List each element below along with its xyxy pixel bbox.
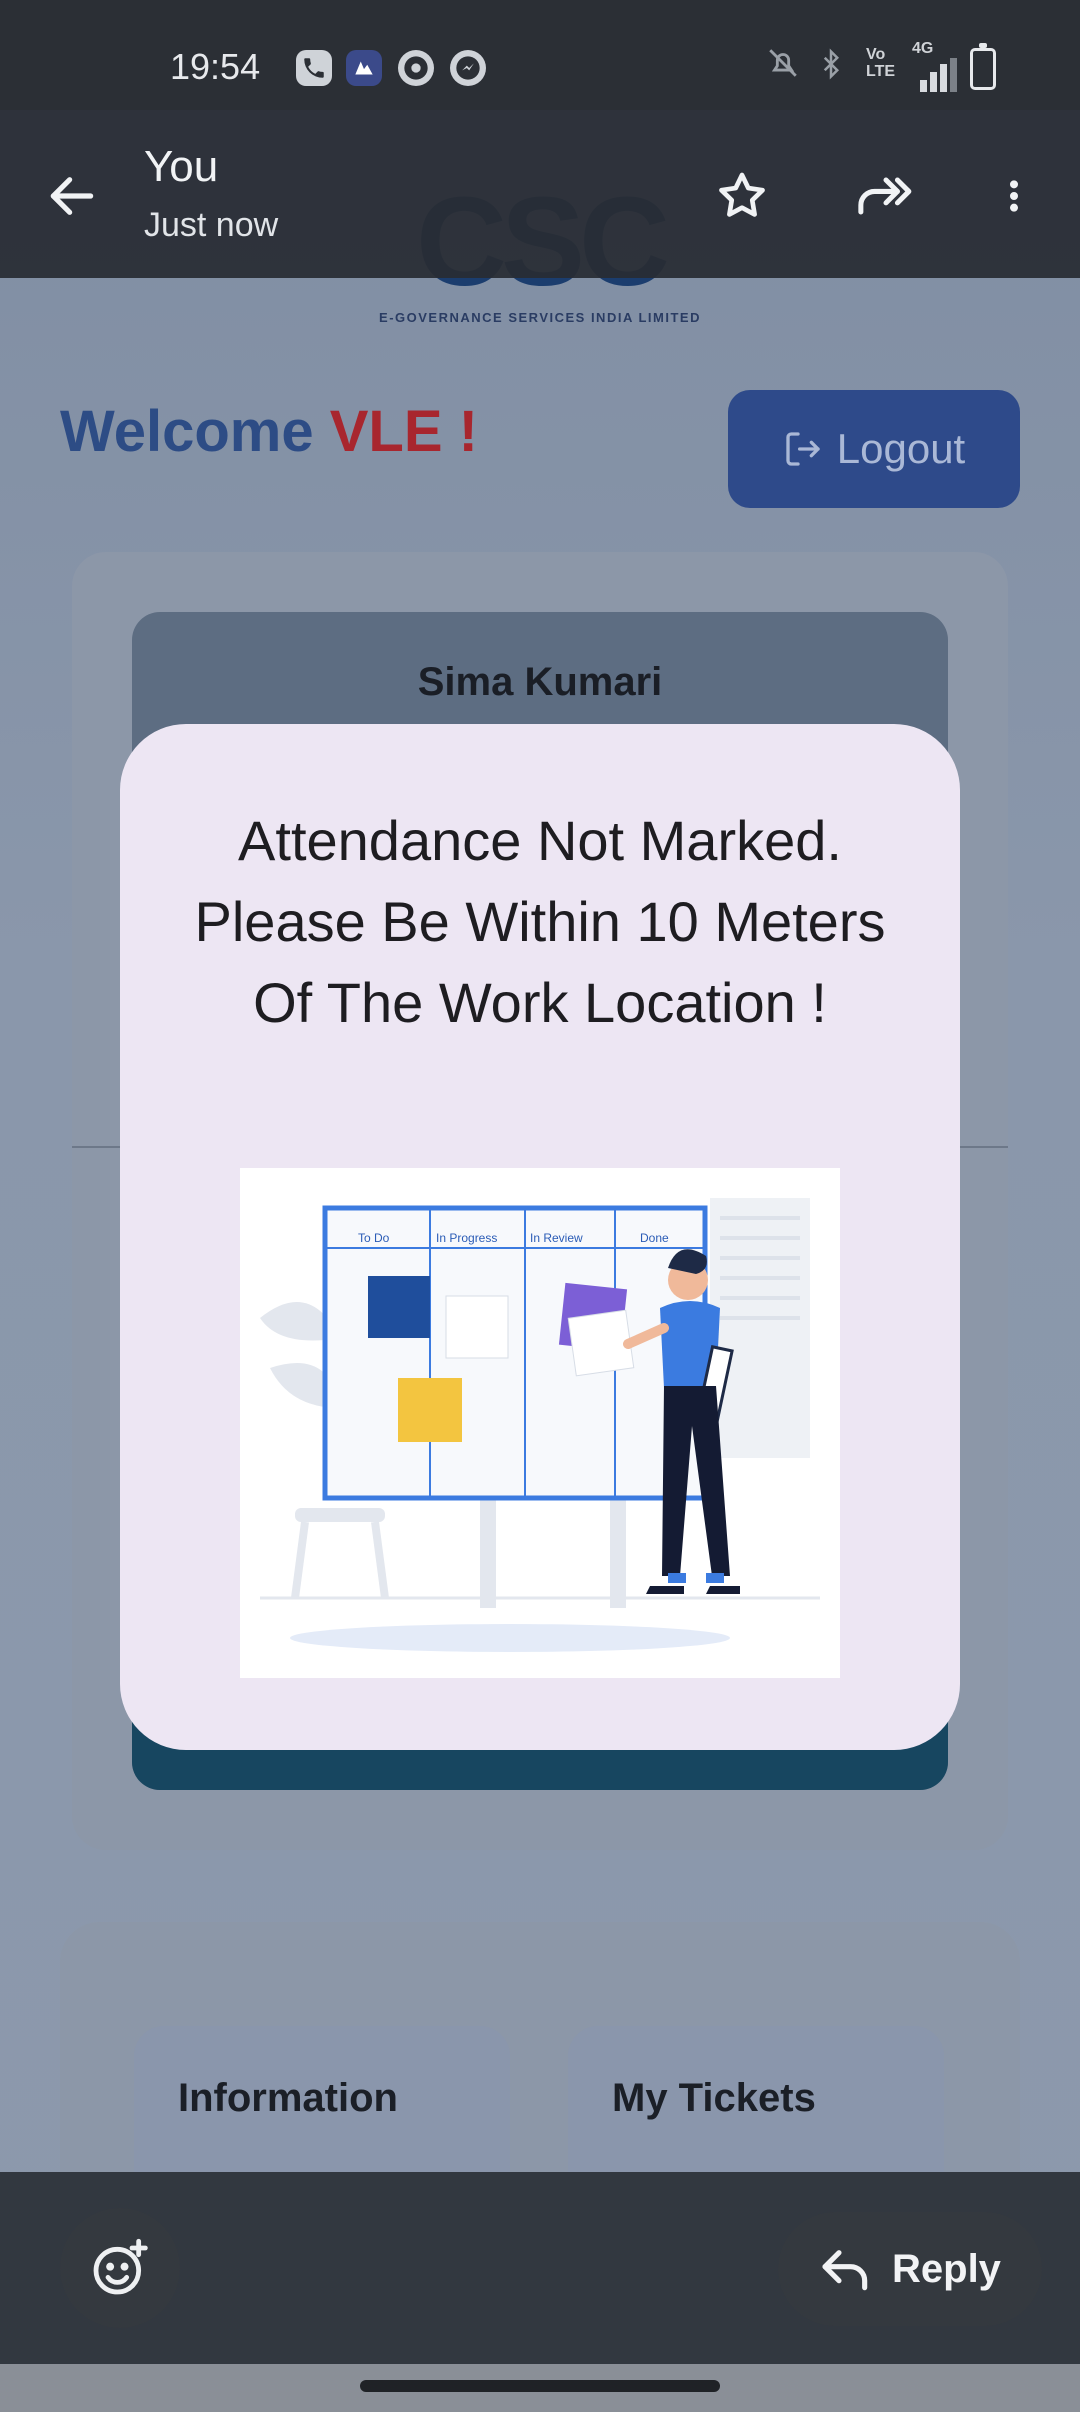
dialog-message: Attendance Not Marked. Please Be Within … [194, 809, 886, 1034]
reply-icon [822, 2250, 868, 2291]
mute-icon [766, 46, 800, 86]
logout-button[interactable]: Logout [728, 390, 1020, 508]
chrome-icon [398, 50, 434, 86]
home-gesture-pill[interactable] [360, 2380, 720, 2392]
back-arrow-icon [50, 177, 94, 215]
kanban-illustration: To Do In Progress In Review Done [240, 1168, 840, 1678]
messenger-icon [450, 50, 486, 86]
welcome-highlight: VLE ! [329, 399, 478, 464]
add-reaction-icon [93, 2238, 148, 2295]
volte-icon: Vo LTE [866, 46, 896, 80]
profile-name: Sima Kumari [417, 660, 663, 704]
more-options-button[interactable] [978, 160, 1050, 232]
back-button[interactable] [36, 160, 108, 232]
tile-information-label: Information [178, 2076, 398, 2120]
more-vertical-icon [1010, 180, 1018, 212]
reply-label: Reply [892, 2246, 1001, 2291]
forward-button[interactable] [850, 160, 922, 232]
column-in-review-label: In Review [530, 1231, 583, 1245]
column-in-progress-label: In Progress [436, 1231, 497, 1245]
welcome-heading: Welcome VLE ! [60, 398, 478, 465]
column-done-label: Done [640, 1231, 669, 1245]
status-bar: 19:54 Vo LTE 4G [0, 0, 1080, 110]
column-todo-label: To Do [358, 1231, 390, 1245]
signal-icon [920, 54, 968, 92]
bluetooth-icon [816, 46, 846, 88]
phone-call-icon [296, 50, 332, 86]
welcome-prefix: Welcome [60, 399, 314, 464]
sender-name: You [144, 142, 219, 191]
logout-icon [786, 432, 820, 466]
csc-tagline: e-Governance Services India Limited [379, 310, 701, 325]
battery-icon [970, 43, 996, 90]
reply-button[interactable]: Reply [778, 2212, 1042, 2326]
tile-my-tickets-label: My Tickets [612, 2076, 816, 2120]
app-icon [346, 50, 382, 86]
add-reaction-button[interactable] [60, 2208, 180, 2328]
star-button[interactable] [706, 160, 778, 232]
star-icon [719, 172, 765, 217]
logout-label: Logout [836, 425, 966, 472]
viewer-header: You Just now [0, 110, 1080, 278]
status-time: 19:54 [170, 46, 261, 87]
sent-timestamp: Just now [144, 206, 279, 244]
forward-icon [858, 177, 912, 215]
